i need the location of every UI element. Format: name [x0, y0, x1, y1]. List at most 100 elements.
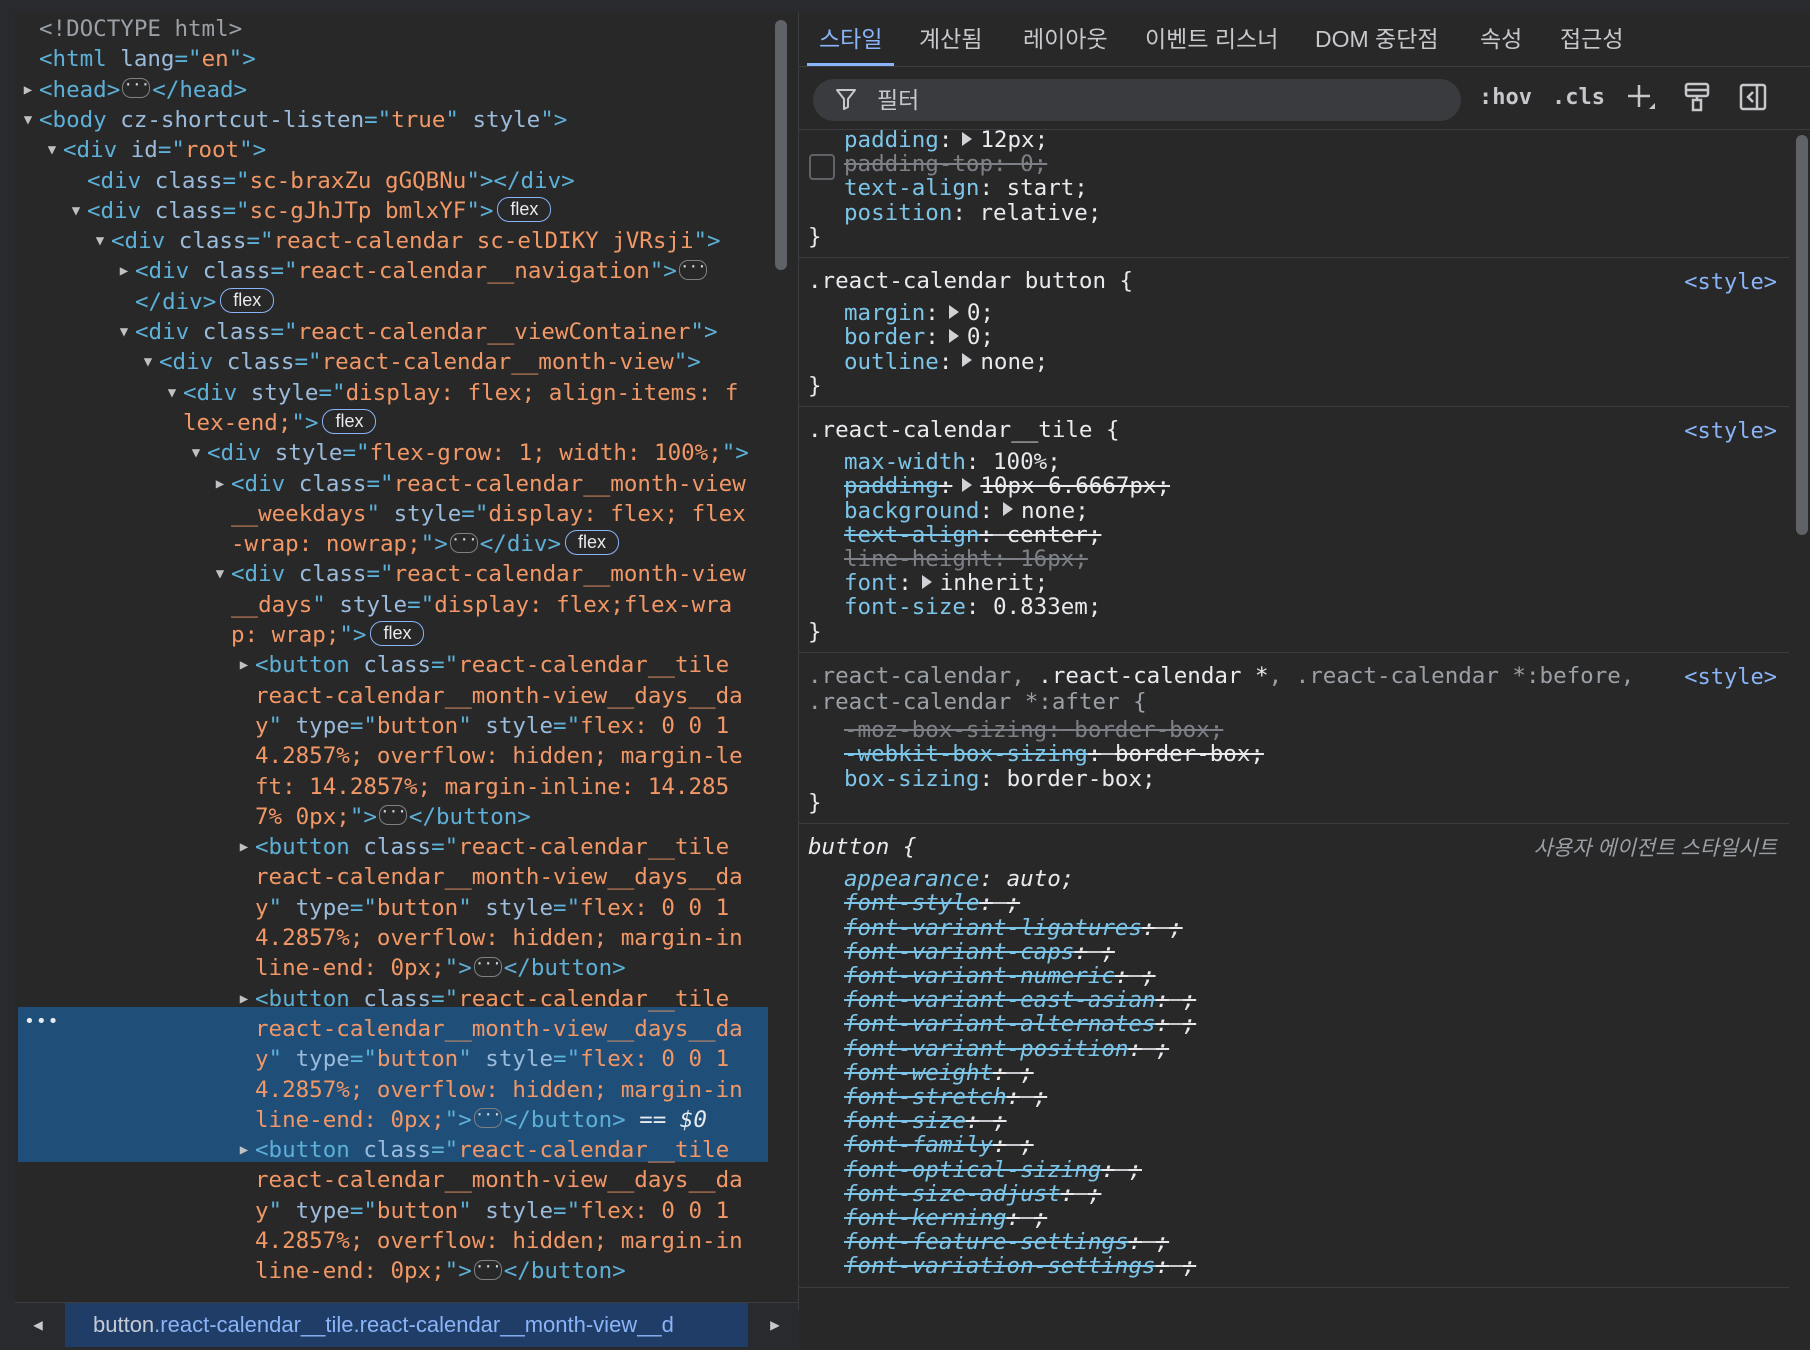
property-name[interactable]: font-size [844, 1108, 966, 1134]
expand-triangle-icon[interactable]: ▼ [137, 347, 159, 377]
property-value[interactable]: start [1007, 175, 1075, 201]
expand-triangle-icon[interactable]: ▼ [65, 196, 87, 226]
tab-layout[interactable]: 레이아웃 [1023, 12, 1108, 66]
dom-node-line[interactable]: line-end: 0px;"> </button> [15, 949, 768, 983]
style-declaration[interactable]: position: relative; [844, 199, 1101, 227]
dom-node-line[interactable]: 4.2857%; overflow: hidden; margin-in [15, 1075, 768, 1105]
tab-computed[interactable]: 계산됨 [919, 12, 982, 66]
dom-node-line[interactable]: y" type="button" style="flex: 0 0 1 [15, 893, 768, 923]
property-name[interactable]: font-kerning [844, 1205, 1007, 1231]
collapsed-ellipsis-icon[interactable] [473, 1252, 502, 1282]
rule-source-link[interactable]: <style> [1684, 664, 1777, 692]
property-value[interactable]: border-box [1115, 741, 1250, 767]
dom-node-line[interactable]: __weekdays" style="display: flex; flex [15, 499, 768, 529]
dom-node-line[interactable]: ▶ <button class="react-calendar__tile [15, 984, 768, 1014]
tab-properties[interactable]: 속성 [1480, 12, 1522, 66]
expand-triangle-icon[interactable]: ▼ [113, 317, 135, 347]
property-name[interactable]: font-style [844, 890, 979, 916]
dom-node-line[interactable]: ▶<head> </head> [15, 70, 768, 105]
property-name[interactable]: border [844, 324, 925, 350]
dom-node-line[interactable]: ▼ <div class="react-calendar__month-view [15, 559, 768, 589]
rule-selector[interactable]: .react-calendar, .react-calendar *, .rea… [808, 662, 1634, 690]
dom-node-line[interactable]: ▶ <div class="react-calendar__navigation"… [15, 252, 768, 286]
dom-node-line[interactable]: y" type="button" style="flex: 0 0 1 [15, 1044, 768, 1074]
dom-node-line[interactable]: y" type="button" style="flex: 0 0 1 [15, 1196, 768, 1226]
property-value[interactable]: none [980, 349, 1034, 375]
property-name[interactable]: max-width [844, 449, 966, 475]
collapse-triangle-icon[interactable]: ▶ [113, 256, 135, 286]
property-name[interactable]: padding [844, 473, 939, 499]
expand-triangle-icon[interactable]: ▼ [17, 105, 39, 135]
new-style-rule-icon[interactable] [1625, 81, 1657, 113]
property-name[interactable]: line-height [844, 546, 993, 572]
property-name[interactable]: margin [844, 300, 925, 326]
tab-dom-breakpoints[interactable]: DOM 중단점 [1315, 12, 1439, 66]
property-name[interactable]: font-feature-settings [844, 1229, 1128, 1255]
property-name[interactable]: font-optical-sizing [844, 1157, 1101, 1183]
dom-node-line[interactable]: ▼ <div class="react-calendar__month-view"… [15, 347, 768, 377]
expand-shorthand-icon[interactable] [948, 304, 959, 319]
rule-source-link[interactable]: <style> [1684, 269, 1777, 297]
collapse-triangle-icon[interactable]: ▶ [209, 469, 231, 499]
dom-node-line[interactable]: ▶ <button class="react-calendar__tile [15, 832, 768, 862]
property-name[interactable]: outline [844, 349, 939, 375]
flex-badge[interactable]: flex [370, 621, 425, 646]
dom-node-line[interactable]: 4.2857%; overflow: hidden; margin-le [15, 741, 768, 771]
style-declaration[interactable]: box-sizing: border-box; [844, 765, 1156, 793]
expand-triangle-icon[interactable]: ▼ [161, 378, 183, 408]
expand-shorthand-icon[interactable] [1003, 502, 1014, 517]
property-name[interactable]: text-align [844, 175, 979, 201]
style-declaration[interactable]: font-size: 0.833em; [844, 593, 1101, 621]
property-value[interactable]: relative [979, 200, 1087, 226]
collapsed-ellipsis-icon[interactable] [473, 1100, 502, 1130]
property-value[interactable]: 100% [993, 449, 1047, 475]
property-value[interactable]: auto [1007, 866, 1061, 892]
dom-node-line[interactable]: react-calendar__month-view__days__da [15, 862, 768, 892]
dom-node-line[interactable]: __days" style="display: flex;flex-wra [15, 590, 768, 620]
property-name[interactable]: font-stretch [844, 1084, 1007, 1110]
tab-event-listeners[interactable]: 이벤트 리스너 [1145, 12, 1278, 66]
tab-accessibility[interactable]: 접근성 [1560, 12, 1623, 66]
collapsed-ellipsis-icon[interactable] [678, 252, 707, 282]
dom-node-line[interactable]: y" type="button" style="flex: 0 0 1 [15, 711, 768, 741]
dom-node-line[interactable]: line-end: 0px;"> </button> == $0 [15, 1100, 768, 1135]
property-value[interactable]: 0 [1020, 151, 1034, 177]
dom-node-line[interactable]: 7% 0px;"> </button> [15, 797, 768, 832]
filter-input[interactable]: 필터 [813, 79, 1461, 121]
style-declaration[interactable]: font-variation-settings: ; [844, 1252, 1196, 1280]
dom-node-line[interactable]: </div> flex [15, 287, 768, 317]
dom-node-line[interactable]: <div class="sc-braxZu gGQBNu"></div> [15, 166, 768, 196]
expand-shorthand-icon[interactable] [962, 353, 973, 368]
dom-node-line[interactable]: p: wrap;"> flex [15, 620, 768, 650]
dom-node-line[interactable]: ▼ <body cz-shortcut-listen="true" style"> [15, 105, 768, 135]
property-value[interactable]: 10px 6.6667px [980, 473, 1156, 499]
property-name[interactable]: font-variant-east-asian [844, 987, 1156, 1013]
rule-selector[interactable]: .react-calendar button { [808, 267, 1133, 295]
property-value[interactable]: border-box [1074, 717, 1209, 743]
property-name[interactable]: font-variant-alternates [844, 1011, 1156, 1037]
expand-shorthand-icon[interactable] [948, 328, 959, 343]
dom-node-line[interactable]: <!DOCTYPE html> [15, 14, 768, 44]
collapse-triangle-icon[interactable]: ▶ [17, 75, 39, 105]
flex-badge[interactable]: flex [497, 196, 552, 222]
property-name[interactable]: font-size [844, 594, 966, 620]
collapsed-ellipsis-icon[interactable] [122, 70, 151, 100]
property-value[interactable]: 0 [967, 300, 981, 326]
property-name[interactable]: position [844, 200, 952, 226]
property-name[interactable]: -webkit-box-sizing [844, 741, 1088, 767]
cls-button[interactable]: .cls [1552, 85, 1605, 110]
style-declaration[interactable]: outline: none; [844, 348, 1048, 376]
dom-node-line[interactable]: react-calendar__month-view__days__da [15, 681, 768, 711]
property-value[interactable]: 0.833em [993, 594, 1088, 620]
property-name[interactable]: box-sizing [844, 766, 979, 792]
dom-node-line[interactable]: lex-end;"> flex [15, 408, 768, 438]
property-value[interactable]: inherit [940, 570, 1035, 596]
property-value[interactable]: border-box [1007, 766, 1142, 792]
collapse-triangle-icon[interactable]: ▶ [233, 1135, 255, 1165]
property-name[interactable]: font-family [844, 1132, 993, 1158]
collapse-triangle-icon[interactable]: ▶ [233, 650, 255, 680]
expand-shorthand-icon[interactable] [962, 131, 973, 146]
property-name[interactable]: -moz-box-sizing [844, 717, 1047, 743]
property-name[interactable]: font-weight [844, 1060, 993, 1086]
property-name[interactable]: appearance [844, 866, 979, 892]
